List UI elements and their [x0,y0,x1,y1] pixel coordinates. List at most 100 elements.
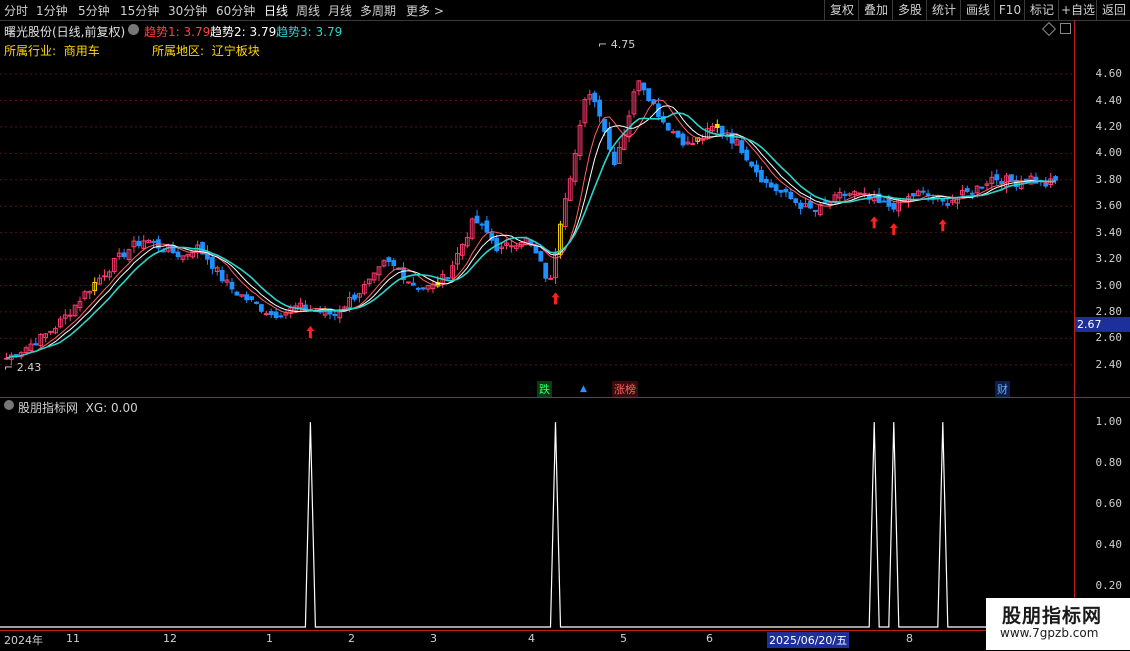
candle-body-199 [979,186,985,189]
candle-body-71 [352,294,357,300]
candle-body-55 [273,311,279,318]
candle-body-46 [229,281,235,290]
event-finance-badge[interactable]: 财 [995,381,1010,397]
candle-body-154 [759,169,764,183]
period-tab-5[interactable]: 60分钟 [216,2,255,19]
toolbar-button-1[interactable]: 叠加 [858,0,893,20]
price-tick-0: 2.40 [1095,357,1123,371]
period-tab-4[interactable]: 30分钟 [168,2,207,19]
sub-indicator-title: 股朋指标网 XG: 0.00 [18,401,138,415]
price-tick-1: 2.60 [1095,331,1123,345]
toolbar-button-5[interactable]: F10 [994,0,1025,20]
period-tab-7[interactable]: 周线 [296,2,320,19]
period-tab-1[interactable]: 1分钟 [36,2,68,19]
toolbar-button-0[interactable]: 复权 [824,0,859,20]
candle-body-111 [548,277,553,280]
time-label-0: 2024年 [4,634,43,647]
event-up-icon[interactable]: ▲ [578,384,589,394]
candle-body-67 [332,313,338,316]
time-label-10: 8 [906,632,913,645]
buy-arrow-icon-1 [551,292,560,305]
price-tick-10: 4.40 [1095,93,1123,107]
sub-axis-line [1074,398,1075,630]
kline-chart [0,73,1074,628]
candle-body-181 [891,203,897,210]
candle-body-108 [533,244,539,254]
toolbar-button-8[interactable]: 返回 [1096,0,1130,20]
candle-body-138 [680,133,686,146]
candle-body-164 [808,200,813,209]
candle-body-124 [611,151,617,166]
ma-trend3-line [6,112,1056,360]
sub-settings-icon[interactable] [4,400,14,410]
low-annotation: ⌐ 2.43 [4,361,42,374]
toolbar-button-7[interactable]: +自选 [1058,0,1097,20]
candle-body-212 [1043,182,1049,187]
time-label-2: 12 [163,632,177,645]
time-label-7: 5 [620,632,627,645]
sub-tick-2: 0.60 [1095,497,1123,511]
candle-body-160 [788,191,794,199]
candle-body-42 [209,257,215,269]
price-tick-3: 3.00 [1095,278,1123,292]
candle-body-90 [445,277,451,280]
time-label-3: 1 [266,632,273,645]
event-fall-badge[interactable]: 跌 [537,381,552,397]
period-tab-0[interactable]: 分时 [4,2,28,19]
toolbar-button-6[interactable]: 标记 [1024,0,1059,20]
candle-body-123 [607,128,612,150]
candle-body-150 [739,140,745,154]
pane-divider [0,397,1130,398]
toolbar-button-3[interactable]: 统计 [926,0,961,20]
candle-body-153 [754,164,759,173]
candle-body-165 [812,209,818,212]
time-label-8: 6 [706,632,713,645]
period-tab-2[interactable]: 5分钟 [78,2,110,19]
candle-body-96 [474,215,480,224]
candle-body-110 [543,262,549,279]
toolbar-button-4[interactable]: 画线 [960,0,995,20]
candle-body-162 [798,202,803,209]
time-label-9: 2025/06/20/五 [767,632,850,648]
period-tab-3[interactable]: 15分钟 [120,2,159,19]
buy-arrow-icon-4 [938,219,947,232]
candle-body-155 [763,178,769,183]
candle-body-146 [719,125,725,135]
sub-tick-3: 0.80 [1095,456,1123,470]
candle-body-56 [278,315,284,318]
watermark-url: www.7gpzb.com [1000,626,1099,640]
period-tab-8[interactable]: 月线 [328,2,352,19]
candle-body-83 [410,282,416,286]
current-price-marker: 2.67 [1075,317,1130,332]
price-tick-7: 3.80 [1095,172,1123,186]
candle-body-152 [749,161,754,167]
candle-body-79 [391,260,397,266]
candle-body-161 [793,198,799,204]
period-tab-9[interactable]: 多周期 [360,2,396,19]
event-limitup-badge[interactable]: 涨榜 [612,381,638,397]
candle-body-156 [768,182,774,188]
candle-body-51 [254,301,259,304]
buy-arrow-icon-2 [870,216,879,229]
price-tick-6: 3.60 [1095,199,1123,213]
candle-body-197 [969,192,975,195]
candle-body-159 [783,188,789,193]
candle-body-136 [670,131,676,134]
candle-body-44 [219,270,225,282]
candle-body-151 [744,149,750,161]
sub-tick-0: 0.20 [1095,579,1123,593]
candle-body-179 [881,200,887,203]
period-tab-10[interactable]: 更多 > [406,2,444,19]
time-label-4: 2 [348,632,355,645]
candle-body-27 [136,240,142,247]
candle-body-192 [945,203,951,206]
price-tick-4: 3.20 [1095,252,1123,266]
candle-body-13 [67,314,73,317]
candle-body-145 [714,124,720,129]
xg-signal-line [0,422,1074,628]
period-tab-6[interactable]: 日线 [264,2,288,19]
candle-body-20 [102,275,107,278]
toolbar-button-2[interactable]: 多股 [892,0,927,20]
candle-body-130 [641,82,647,91]
candle-body-158 [778,189,784,193]
